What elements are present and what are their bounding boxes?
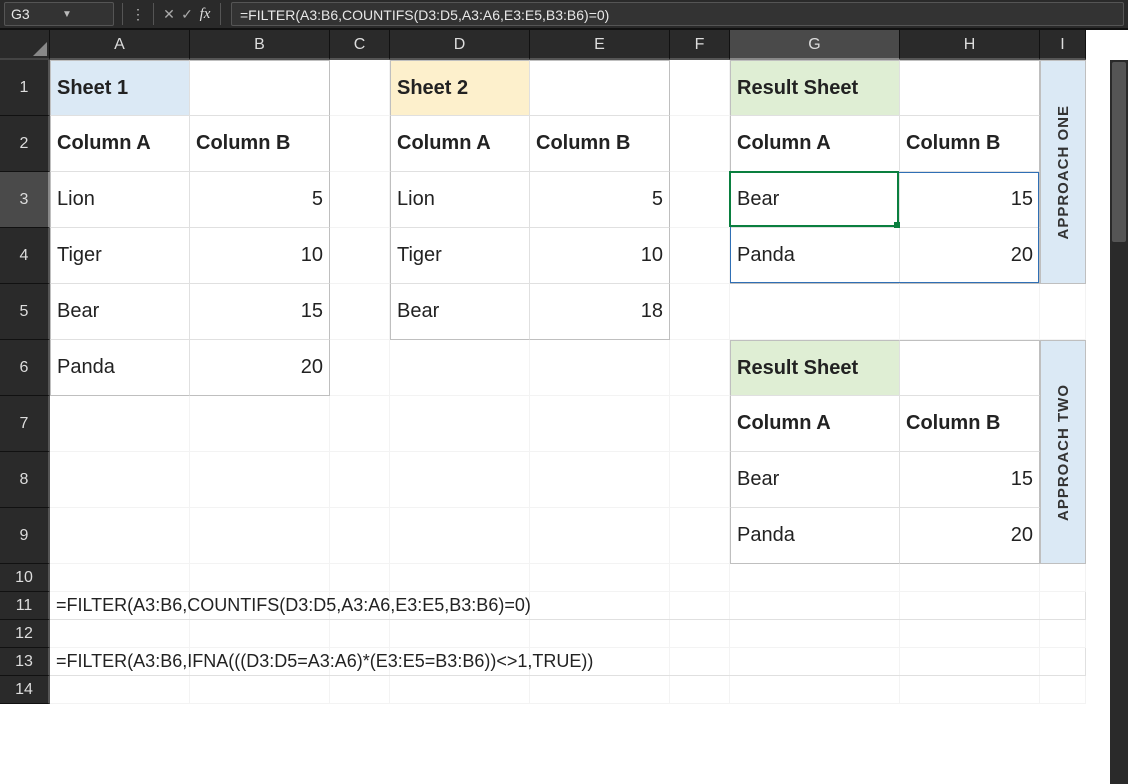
name-box[interactable]: G3 ▼ bbox=[4, 2, 114, 26]
result2-colB-header[interactable]: Column B bbox=[900, 396, 1040, 452]
sheet1-cell[interactable]: 10 bbox=[190, 228, 330, 284]
column-header-H[interactable]: H bbox=[900, 30, 1040, 60]
approach-one-label: APPROACH ONE bbox=[1055, 105, 1072, 240]
sheet1-cell[interactable]: Lion bbox=[50, 172, 190, 228]
result2-cell[interactable]: Bear bbox=[730, 452, 900, 508]
row-header-2[interactable]: 2 bbox=[0, 116, 50, 172]
result1-cell[interactable]: 15 bbox=[900, 172, 1040, 228]
row-headers: 1234567891011121314 bbox=[0, 60, 50, 704]
row-header-4[interactable]: 4 bbox=[0, 228, 50, 284]
cell[interactable] bbox=[900, 340, 1040, 396]
row-header-9[interactable]: 9 bbox=[0, 508, 50, 564]
formula-bar: G3 ▼ ⋮ ✕ ✓ fx =FILTER(A3:B6,COUNTIFS(D3:… bbox=[0, 0, 1128, 30]
row-header-11[interactable]: 11 bbox=[0, 592, 50, 620]
column-header-F[interactable]: F bbox=[670, 30, 730, 60]
fx-icon[interactable]: fx bbox=[196, 6, 214, 23]
divider bbox=[220, 3, 221, 25]
vertical-scrollbar[interactable] bbox=[1110, 60, 1128, 784]
divider bbox=[122, 3, 123, 25]
formula-row-13[interactable]: =FILTER(A3:B6,IFNA(((D3:D5=A3:A6)*(E3:E5… bbox=[50, 648, 1086, 676]
more-icon[interactable]: ⋮ bbox=[129, 6, 147, 23]
result1-cell[interactable]: Panda bbox=[730, 228, 900, 284]
row-header-1[interactable]: 1 bbox=[0, 60, 50, 116]
sheet2-cell[interactable]: Tiger bbox=[390, 228, 530, 284]
column-header-A[interactable]: A bbox=[50, 30, 190, 60]
formula-row-11[interactable]: =FILTER(A3:B6,COUNTIFS(D3:D5,A3:A6,E3:E5… bbox=[50, 592, 1086, 620]
result1-colA-header[interactable]: Column A bbox=[730, 116, 900, 172]
sheet2-colB-header[interactable]: Column B bbox=[530, 116, 670, 172]
sheet1-cell[interactable]: 20 bbox=[190, 340, 330, 396]
column-header-E[interactable]: E bbox=[530, 30, 670, 60]
row-header-6[interactable]: 6 bbox=[0, 340, 50, 396]
row-header-7[interactable]: 7 bbox=[0, 396, 50, 452]
result2-cell[interactable]: 20 bbox=[900, 508, 1040, 564]
cell-reference: G3 bbox=[11, 6, 56, 22]
approach-one-side: APPROACH ONE bbox=[1040, 60, 1086, 284]
chevron-down-icon[interactable]: ▼ bbox=[62, 9, 107, 20]
divider bbox=[153, 3, 154, 25]
column-header-D[interactable]: D bbox=[390, 30, 530, 60]
column-header-C[interactable]: C bbox=[330, 30, 390, 60]
accept-icon[interactable]: ✓ bbox=[178, 6, 196, 23]
row-header-8[interactable]: 8 bbox=[0, 452, 50, 508]
cell[interactable] bbox=[190, 60, 330, 116]
formula-input[interactable]: =FILTER(A3:B6,COUNTIFS(D3:D5,A3:A6,E3:E5… bbox=[231, 2, 1124, 26]
column-headers: ABCDEFGHI bbox=[50, 30, 1086, 60]
row-header-14[interactable]: 14 bbox=[0, 676, 50, 704]
approach-two-label: APPROACH TWO bbox=[1055, 384, 1072, 521]
result1-colB-header[interactable]: Column B bbox=[900, 116, 1040, 172]
row-header-13[interactable]: 13 bbox=[0, 648, 50, 676]
result2-cell[interactable]: Panda bbox=[730, 508, 900, 564]
sheet1-colB-header[interactable]: Column B bbox=[190, 116, 330, 172]
sheet2-cell[interactable]: 5 bbox=[530, 172, 670, 228]
sheet1-cell[interactable]: Panda bbox=[50, 340, 190, 396]
result2-colA-header[interactable]: Column A bbox=[730, 396, 900, 452]
result1-cell[interactable]: Bear bbox=[730, 172, 900, 228]
sheet2-colA-header[interactable]: Column A bbox=[390, 116, 530, 172]
column-header-B[interactable]: B bbox=[190, 30, 330, 60]
sheet2-title[interactable]: Sheet 2 bbox=[390, 60, 530, 116]
row-header-5[interactable]: 5 bbox=[0, 284, 50, 340]
sheet1-title[interactable]: Sheet 1 bbox=[50, 60, 190, 116]
result2-title[interactable]: Result Sheet bbox=[730, 340, 900, 396]
sheet2-cell[interactable]: Lion bbox=[390, 172, 530, 228]
sheet2-cell[interactable]: Bear bbox=[390, 284, 530, 340]
cell[interactable] bbox=[900, 60, 1040, 116]
column-header-G[interactable]: G bbox=[730, 30, 900, 60]
sheet1-cell[interactable]: 15 bbox=[190, 284, 330, 340]
scrollbar-thumb[interactable] bbox=[1112, 62, 1126, 242]
sheet1-colA-header[interactable]: Column A bbox=[50, 116, 190, 172]
select-all-corner[interactable] bbox=[0, 30, 50, 60]
sheet2-cell[interactable]: 18 bbox=[530, 284, 670, 340]
column-header-I[interactable]: I bbox=[1040, 30, 1086, 60]
approach-two-side: APPROACH TWO bbox=[1040, 340, 1086, 564]
sheet1-cell[interactable]: Tiger bbox=[50, 228, 190, 284]
result1-title[interactable]: Result Sheet bbox=[730, 60, 900, 116]
result1-cell[interactable]: 20 bbox=[900, 228, 1040, 284]
sheet2-cell[interactable]: 10 bbox=[530, 228, 670, 284]
row-header-10[interactable]: 10 bbox=[0, 564, 50, 592]
cell[interactable] bbox=[530, 60, 670, 116]
spreadsheet-grid: ABCDEFGHI 1234567891011121314 Sheet 1Col… bbox=[0, 30, 1128, 784]
row-header-12[interactable]: 12 bbox=[0, 620, 50, 648]
row-header-3[interactable]: 3 bbox=[0, 172, 50, 228]
cancel-icon[interactable]: ✕ bbox=[160, 6, 178, 23]
select-all-icon bbox=[33, 42, 47, 56]
sheet1-cell[interactable]: Bear bbox=[50, 284, 190, 340]
result2-cell[interactable]: 15 bbox=[900, 452, 1040, 508]
sheet1-cell[interactable]: 5 bbox=[190, 172, 330, 228]
